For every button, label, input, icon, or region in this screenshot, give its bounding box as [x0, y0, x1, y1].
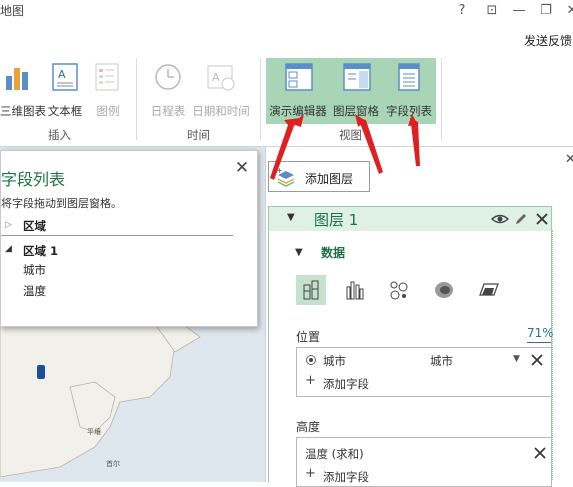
clustered-column-button[interactable] — [341, 275, 371, 305]
close-pane-icon[interactable]: ✕ — [565, 152, 573, 167]
svg-text:A: A — [58, 68, 66, 81]
bubble-icon — [390, 281, 408, 300]
3d-chart-label: 三维图表 — [0, 104, 46, 118]
plus-icon[interactable]: + — [305, 373, 316, 388]
field-list-divider — [1, 235, 233, 236]
heat-map-button[interactable] — [429, 275, 459, 305]
table-item[interactable]: 区域 — [23, 218, 46, 234]
location-field-well[interactable]: 城市 城市 ▼ + 添加字段 — [296, 347, 552, 397]
group-separator — [136, 58, 137, 140]
svg-text:A: A — [212, 71, 220, 84]
layer-pane-label: 图层窗格 — [333, 104, 379, 118]
layer-pane-icon — [343, 63, 371, 91]
layer-header[interactable]: ▼ 图层 1 — [269, 207, 551, 231]
field-list-hint: 将字段拖动到图层窗格。 — [1, 197, 122, 210]
help-button[interactable]: ? — [452, 2, 472, 20]
eye-icon[interactable] — [491, 212, 509, 226]
tour-editor-label: 演示编辑器 — [269, 104, 327, 118]
field-list-title: 字段列表 — [1, 170, 66, 189]
region-icon — [479, 283, 499, 296]
bubble-button[interactable] — [384, 275, 414, 305]
height-field-name: 温度 (求和) — [305, 447, 364, 461]
close-window-button[interactable]: ✕ — [562, 2, 573, 20]
chevron-down-icon[interactable]: ▼ — [513, 354, 520, 364]
send-feedback-button[interactable]: 发送反馈 — [524, 32, 572, 49]
close-icon[interactable]: ✕ — [233, 159, 251, 177]
add-layer-icon: + — [276, 167, 295, 187]
location-confidence-link[interactable]: 71% — [527, 326, 554, 340]
location-label: 位置 — [296, 330, 321, 344]
field-list-button[interactable]: 字段列表 — [383, 58, 435, 118]
maximize-button[interactable]: ❐ — [536, 2, 556, 20]
text-box-button[interactable]: A 文本框 — [44, 58, 86, 118]
clustered-column-icon — [346, 281, 364, 300]
collapsed-triangle-icon[interactable]: ▷ — [5, 220, 12, 230]
group-separator — [260, 58, 261, 140]
region-button[interactable] — [474, 275, 504, 305]
title-bar: 地图 ? ⊡ — ❐ ✕ — [0, 0, 573, 22]
ribbon: 三维图表 A 文本框 图例 插入 日程表 A 日期和时间 时间 演示编辑器 图层… — [0, 50, 573, 147]
legend-button[interactable]: 图例 — [88, 58, 128, 118]
date-time-label: 日期和时间 — [192, 104, 250, 118]
field-item[interactable]: 城市 — [23, 262, 46, 278]
clock-icon — [155, 64, 181, 90]
app-title: 地图 — [0, 4, 25, 18]
layer-card: ▼ 图层 1 ▼ 数据 位置 71% 城市 城市 ▼ + 添加字段 高度 温度 … — [268, 206, 554, 487]
layer-pane-button[interactable]: 图层窗格 — [330, 58, 382, 118]
radio-selected-icon[interactable] — [305, 354, 317, 366]
restore-ribbon-button[interactable]: ⊡ — [482, 2, 502, 20]
minimize-button[interactable]: — — [509, 2, 529, 20]
add-field-link[interactable]: 添加字段 — [323, 469, 369, 485]
field-item[interactable]: 温度 — [23, 283, 46, 299]
remove-field-icon[interactable] — [533, 446, 547, 460]
collapse-triangle-icon[interactable]: ▼ — [287, 212, 295, 223]
timeline-label: 日程表 — [150, 104, 186, 118]
field-list-icon — [398, 63, 420, 91]
legend-icon — [95, 63, 119, 91]
data-section-label: 数据 — [321, 246, 346, 260]
group-separator — [441, 58, 442, 140]
height-label: 高度 — [296, 420, 321, 434]
heat-map-icon — [435, 282, 453, 298]
plus-icon[interactable]: + — [305, 466, 316, 481]
expanded-triangle-icon[interactable]: ◢ — [5, 244, 12, 254]
3d-chart-icon — [6, 68, 28, 90]
field-list-panel: 字段列表 ✕ 将字段拖动到图层窗格。 ▷ 区域 ◢ 区域 1 城市 温度 — [0, 150, 258, 327]
text-box-icon: A — [52, 63, 78, 91]
remove-field-icon[interactable] — [530, 353, 544, 367]
height-field-well[interactable]: 温度 (求和) + 添加字段 — [296, 437, 552, 487]
insert-group-label: 插入 — [48, 128, 71, 142]
pane-divider — [265, 147, 266, 482]
svg-text:+: + — [276, 167, 283, 175]
map-city-label: 平壤 — [87, 428, 101, 436]
add-field-link[interactable]: 添加字段 — [323, 376, 369, 392]
time-group-label: 时间 — [187, 128, 210, 142]
table-item[interactable]: 区域 1 — [23, 243, 58, 259]
3d-chart-button[interactable]: 三维图表 — [0, 58, 46, 118]
layer-name[interactable]: 图层 1 — [314, 209, 358, 230]
tour-editor-icon — [285, 63, 313, 91]
tour-editor-button[interactable]: 演示编辑器 — [267, 58, 329, 118]
pencil-icon[interactable] — [514, 212, 528, 226]
timeline-button[interactable]: 日程表 — [146, 58, 190, 118]
view-group-label: 视图 — [339, 128, 362, 142]
location-field-type[interactable]: 城市 — [430, 353, 453, 369]
location-confidence-underline — [527, 342, 551, 343]
map-city-label: 首尔 — [106, 460, 120, 468]
field-list-label: 字段列表 — [386, 104, 432, 118]
stacked-column-button[interactable] — [296, 275, 326, 305]
date-time-icon: A — [207, 65, 235, 91]
location-field-name: 城市 — [323, 354, 346, 368]
add-layer-button[interactable]: + 添加图层 — [268, 161, 370, 192]
stacked-column-icon — [303, 280, 319, 300]
add-layer-label: 添加图层 — [305, 172, 354, 186]
legend-label: 图例 — [96, 104, 120, 118]
text-box-label: 文本框 — [47, 104, 83, 118]
pane-scroll-guide — [552, 230, 553, 480]
delete-layer-icon[interactable] — [535, 212, 549, 226]
date-time-button[interactable]: A 日期和时间 — [190, 58, 252, 118]
collapse-triangle-icon[interactable]: ▼ — [295, 247, 303, 258]
